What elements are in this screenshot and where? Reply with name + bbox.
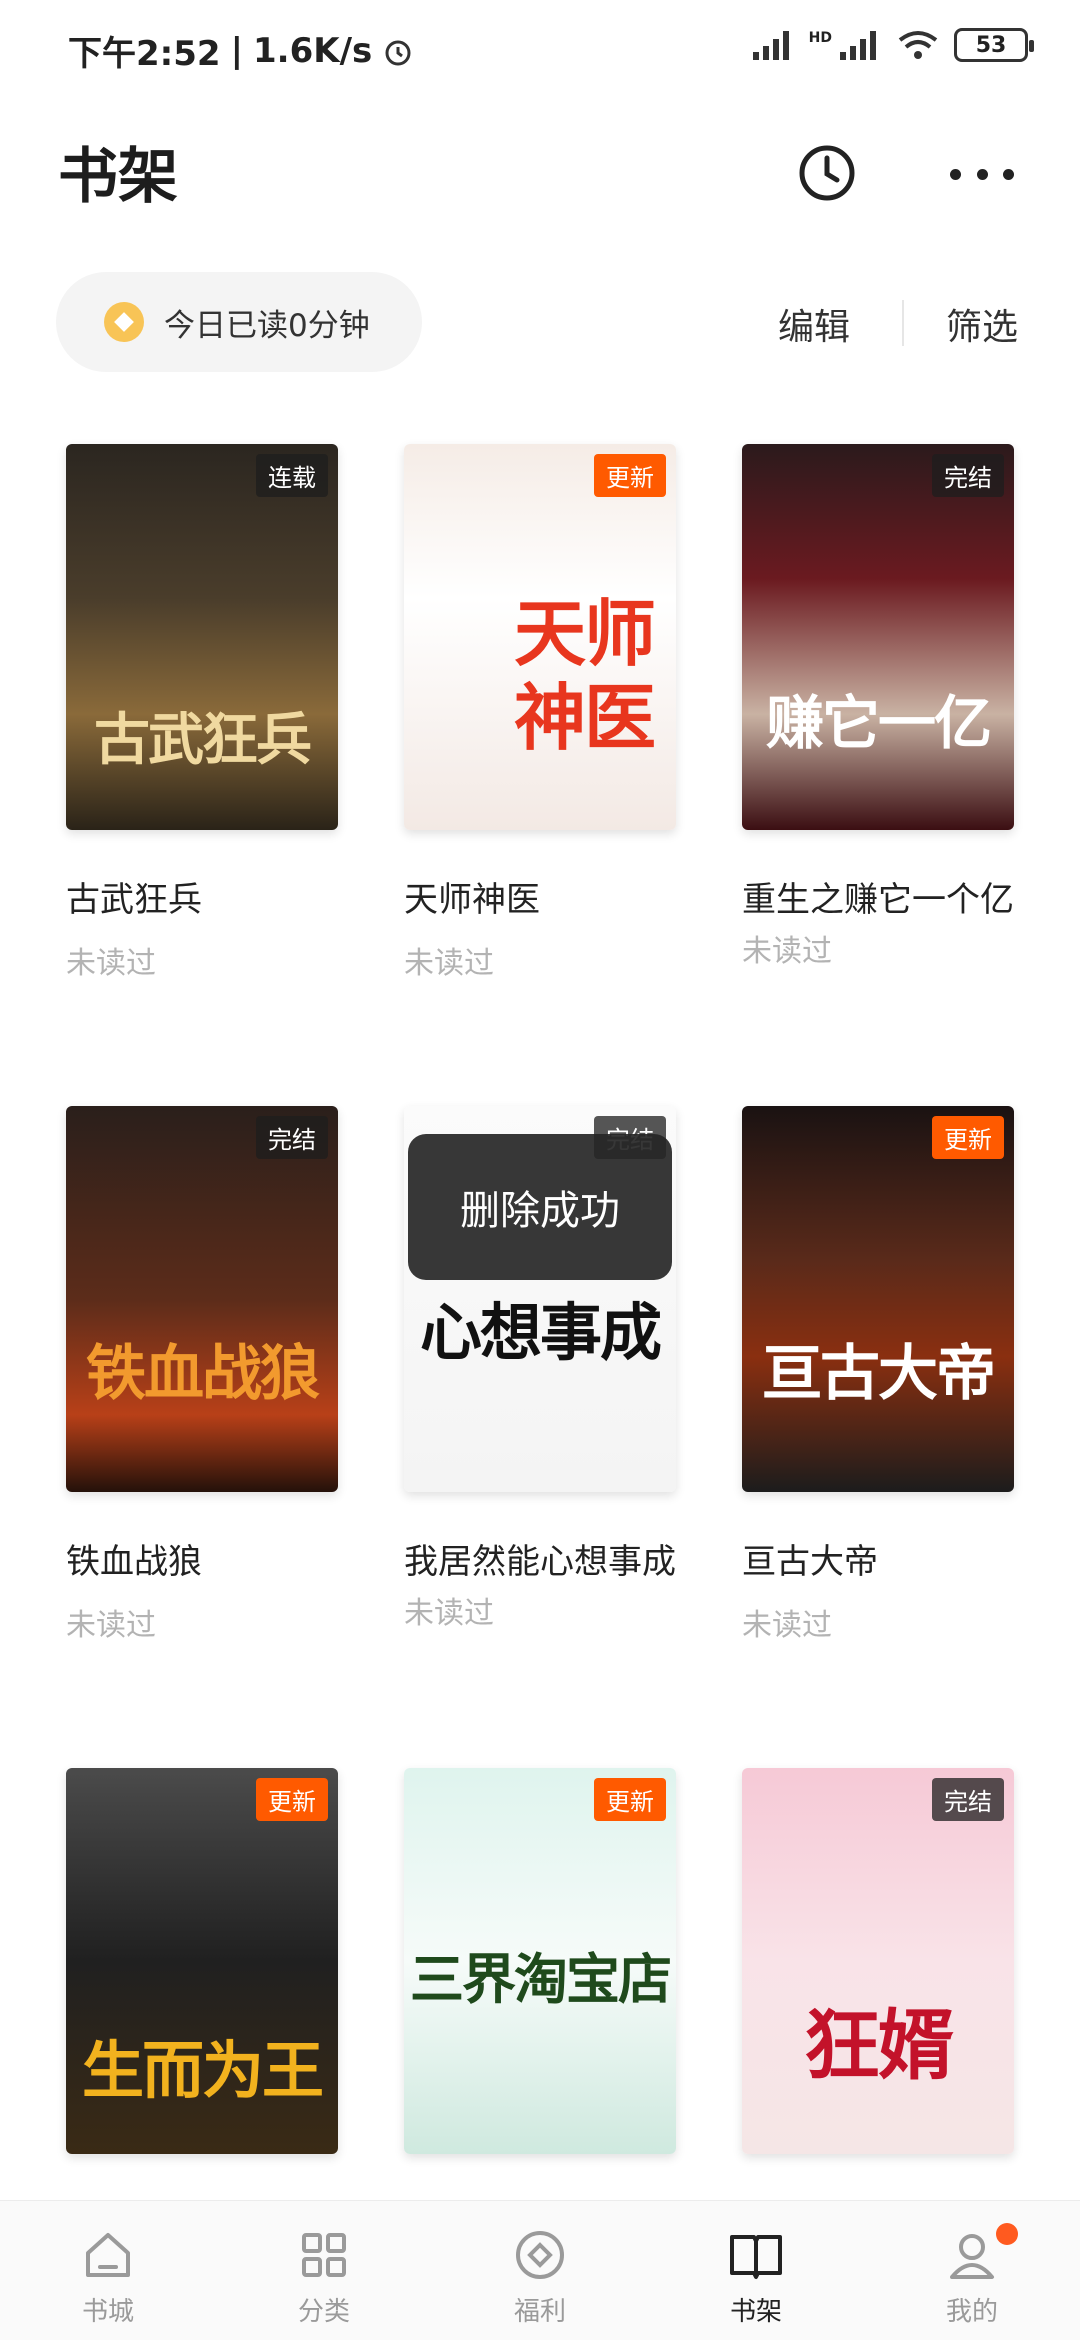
cover-title: 三界淘宝店 [410,1948,672,2011]
book-cover[interactable]: 完结 狂婿 [742,1768,1014,2154]
nav-item-category[interactable]: 分类 [216,2201,432,2340]
battery-level: 53 [975,32,1007,58]
battery-indicator: 53 [954,28,1034,62]
book-item[interactable]: 连载 古武狂兵 古武狂兵 未读过 [66,444,338,982]
network-type: HD [808,30,832,46]
book-cover[interactable]: 更新 亘古大帝 [742,1106,1014,1492]
book-cover[interactable]: 更新 生而为王 [66,1768,338,2154]
wifi-icon [898,31,938,59]
clock-icon [799,145,855,201]
grid-icon [302,2233,346,2277]
more-dot [950,168,961,180]
cover-title: 狂婿 [804,2001,954,2090]
book-status: 未读过 [66,1608,156,1643]
cover-title: 赚它一亿 [765,689,992,757]
book-title: 重生之赚它一个亿 [742,880,1014,920]
book-item[interactable]: 完结 赚它一亿 重生之赚它一个亿 未读过 [742,444,1014,970]
cover-title: 天师神医 [513,592,656,760]
toast-message: 删除成功 [408,1134,672,1280]
nav-label: 我的 [945,2297,998,2327]
status-speed: 1.6K/s [253,30,373,71]
coin-icon [104,302,144,342]
alarm-clock-icon [385,40,411,65]
reading-time-text: 今日已读0分钟 [164,307,370,344]
book-title: 天师神医 [404,880,540,920]
book-cover[interactable]: 完结 赚它一亿 [742,444,1014,830]
status-bar: 下午2:52 | 1.6K/s HD 53 [0,0,1080,100]
signal-icon [752,31,789,60]
book-item[interactable]: 更新 亘古大帝 亘古大帝 未读过 [742,1106,1014,1644]
book-cover[interactable]: 完结 铁血战狼 [66,1106,338,1492]
reading-time-pill[interactable]: 今日已读0分钟 [56,272,422,372]
book-item[interactable]: 完结 铁血战狼 铁血战狼 未读过 [66,1106,338,1644]
status-right: HD 53 [751,28,1034,62]
status-badge: 完结 [932,1778,1004,1821]
book-cover[interactable]: 更新 天师神医 [404,444,676,830]
status-badge: 更新 [256,1778,328,1821]
notification-dot [996,2223,1018,2245]
status-time: 下午2:52 [68,34,221,74]
book-status: 未读过 [742,934,832,969]
status-sep: | [230,30,243,71]
book-title: 古武狂兵 [66,880,202,920]
status-badge: 更新 [594,1778,666,1821]
edit-button[interactable]: 编辑 [778,298,850,350]
book-cover[interactable]: 更新 三界淘宝店 [404,1768,676,2154]
book-status: 未读过 [742,1608,832,1643]
more-dot [1003,168,1014,180]
nav-item-bookshelf[interactable]: 书架 [648,2201,864,2340]
bottom-nav: 书城 分类 福利 书架 我的 [0,2200,1080,2340]
signal-hd-icon [840,31,876,60]
book-item[interactable]: 更新 天师神医 天师神医 未读过 [404,444,676,982]
nav-label: 福利 [513,2297,566,2327]
toolbar-divider [902,300,904,346]
book-title: 我居然能心想事成 [404,1542,676,1582]
status-badge: 更新 [594,454,666,497]
book-item[interactable]: 更新 生而为王 [66,1768,338,2154]
book-cover[interactable]: 连载 古武狂兵 [66,444,338,830]
page-title: 书架 [58,142,178,212]
more-dot [976,168,988,180]
book-title: 亘古大帝 [742,1542,878,1582]
status-badge: 更新 [932,1116,1004,1159]
home-icon [86,2233,130,2277]
book-icon [730,2235,782,2279]
book-item[interactable]: 完结 狂婿 [742,1768,1014,2154]
status-badge: 完结 [932,454,1004,497]
nav-item-bookstore[interactable]: 书城 [0,2201,216,2340]
more-button[interactable] [950,152,1014,196]
nav-label: 分类 [297,2297,350,2327]
cover-title: 亘古大帝 [762,1339,996,1409]
book-item[interactable]: 更新 三界淘宝店 [404,1768,676,2154]
cover-title: 铁血战狼 [86,1339,320,1409]
book-title: 铁血战狼 [66,1542,202,1582]
user-icon [950,2234,994,2279]
nav-label: 书城 [81,2297,134,2327]
status-badge: 连载 [256,454,328,497]
book-status: 未读过 [404,1596,494,1631]
status-badge: 完结 [256,1116,328,1159]
cover-title: 古武狂兵 [94,708,312,773]
book-status: 未读过 [404,946,494,981]
filter-button[interactable]: 筛选 [946,298,1018,350]
status-left: 下午2:52 | 1.6K/s [68,26,414,75]
gift-icon [516,2231,564,2279]
cover-title: 生而为王 [81,2034,324,2107]
cover-title: 心想事成 [419,1296,662,1369]
nav-item-mine[interactable]: 我的 [864,2201,1080,2340]
nav-label: 书架 [729,2297,782,2327]
history-button[interactable] [796,142,858,204]
book-status: 未读过 [66,946,156,981]
nav-item-welfare[interactable]: 福利 [432,2201,648,2340]
